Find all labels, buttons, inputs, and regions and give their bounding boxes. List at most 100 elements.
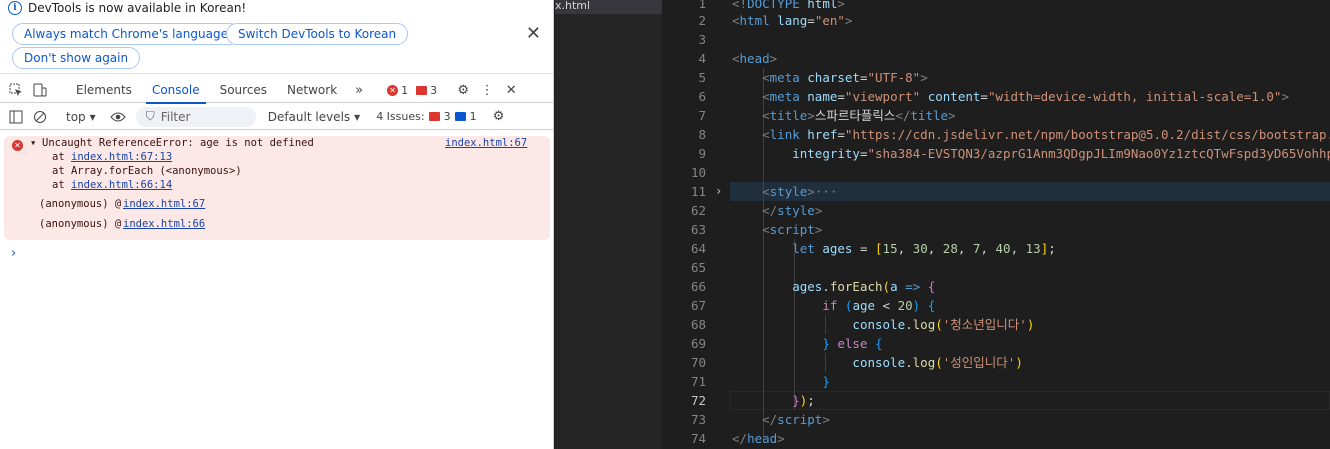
code-line: let ages = [15, 30, 28, 7, 40, 13]; [792,241,1056,256]
settings-gear-icon[interactable]: ⚙ [451,78,475,102]
chevron-right-icon[interactable]: › [715,184,722,198]
code-line: console.log('청소년입니다') [852,317,1035,332]
context-value: top [66,109,86,124]
filter-placeholder: Filter [160,109,191,124]
current-line-highlight [730,391,1330,410]
line-number: 9 [698,146,706,161]
code-line: </head> [732,431,785,446]
tab-console[interactable]: Console [142,78,210,104]
error-count: 1 [401,83,409,97]
console-settings-gear-icon[interactable]: ⚙ [487,105,511,129]
info-icon: i [8,1,22,15]
line-number: 73 [690,412,706,427]
code-line: <link href="https://cdn.jsdelivr.net/npm… [762,127,1330,142]
line-number: 74 [690,431,706,446]
anon-prefix: (anonymous) @ [39,198,128,210]
more-tabs-icon[interactable]: » [347,78,371,102]
code-editor[interactable]: 1 2 3 4 5 6 7 8 9 10 11 62 63 64 65 66 6… [662,0,1330,449]
console-prompt-icon[interactable]: › [11,246,16,261]
line-number: 8 [698,127,706,142]
close-devtools-icon[interactable]: ✕ [499,78,523,102]
stack-prefix: at [52,179,71,191]
switch-language-button[interactable]: Switch DevTools to Korean [226,23,409,45]
anon-link[interactable]: index.html:67 [123,198,205,210]
language-banner: i DevTools is now available in Korean! A… [0,0,553,74]
more-options-icon[interactable]: ⋮ [475,78,499,102]
warning-count-badge[interactable]: 3 [416,84,437,97]
error-text: Uncaught ReferenceError: age is not defi… [42,137,314,149]
stack-link[interactable]: index.html:66:14 [71,179,172,191]
chevron-down-icon: ▾ [354,109,361,124]
code-line: <head> [732,51,778,66]
tab-elements[interactable]: Elements [66,78,142,103]
match-language-button[interactable]: Always match Chrome's language [12,23,240,45]
issues-warning-count: 3 [443,110,451,123]
live-expression-eye-icon[interactable] [106,105,130,129]
line-number: 67 [690,298,706,313]
warning-count: 3 [430,83,438,97]
line-number: 11 [690,184,706,199]
banner-message-row: i DevTools is now available in Korean! [8,1,246,15]
devtools-tabbar: Elements Console Sources Network » ✕ 1 3… [0,78,553,104]
error-icon: ✕ [387,84,399,96]
error-source-link[interactable]: index.html:67 [445,137,527,149]
close-icon[interactable]: ✕ [526,23,541,44]
line-number: 6 [698,89,706,104]
devtools-panel: i DevTools is now available in Korean! A… [0,0,554,449]
issues-info-count: 1 [469,110,477,123]
sidebar-toggle-icon[interactable] [4,105,28,129]
code-line: } else { [822,336,883,351]
stack-prefix: at [52,151,71,163]
line-number: 64 [690,241,706,256]
line-number: 65 [690,260,706,275]
editor-sidebar: x.html [555,0,662,449]
code-line: } [822,374,830,389]
code-line: integrity="sha384-EVSTQN3/azprG1Anm3QDgp… [792,146,1330,161]
banner-message: DevTools is now available in Korean! [28,1,247,15]
issues-counter[interactable]: 4 Issues: 3 1 [376,110,476,123]
line-number-current: 72 [690,393,706,408]
tab-sources[interactable]: Sources [210,78,277,103]
tab-network[interactable]: Network [277,78,347,103]
code-line: if (age < 20) { [822,298,936,313]
context-selector[interactable]: top ▾ [60,110,102,124]
code-line: <script> [762,222,823,237]
line-number: 10 [690,165,706,180]
code-line: <title>스파르타플릭스</title> [762,108,956,123]
line-number: 66 [690,279,706,294]
code-line: <meta name="viewport" content="width=dev… [762,89,1289,104]
line-number: 2 [698,13,706,28]
console-error-message: ✕ ▾ Uncaught ReferenceError: age is not … [4,136,550,240]
issues-info-icon [454,112,466,121]
code-line: console.log('성인입니다') [852,355,1023,370]
code-line: </style> [762,203,823,218]
line-number: 62 [690,203,706,218]
line-number: 63 [690,222,706,237]
anon-prefix: (anonymous) @ [39,218,128,230]
dont-show-again-button[interactable]: Don't show again [12,47,141,69]
log-levels-dropdown[interactable]: Default levels ▾ [262,110,366,124]
error-icon: ✕ [12,140,23,151]
error-count-badge[interactable]: ✕ 1 [387,84,408,97]
line-number: 68 [690,317,706,332]
warning-flag-icon [416,85,428,95]
expand-triangle-icon[interactable]: ▾ [30,137,36,149]
line-number: 4 [698,51,706,66]
line-number: 69 [690,336,706,351]
device-toolbar-icon[interactable] [28,78,52,102]
line-number: 5 [698,70,706,85]
code-line: </script> [762,412,830,427]
stack-text: at Array.forEach (<anonymous>) [52,165,242,177]
issues-warning-icon [428,112,440,121]
filter-funnel-icon: ⛉ [145,109,155,123]
code-line: <style>··· [762,184,838,199]
open-file-tab[interactable]: x.html [555,0,662,14]
stack-link[interactable]: index.html:67:13 [71,151,172,163]
inspect-element-icon[interactable] [4,78,28,102]
line-number: 3 [698,32,706,47]
clear-console-icon[interactable] [28,105,52,129]
code-line: <html lang="en"> [732,13,853,28]
filter-input[interactable]: ⛉ Filter [135,106,256,127]
code-line-current: }); [792,393,815,408]
anon-link[interactable]: index.html:66 [123,218,205,230]
